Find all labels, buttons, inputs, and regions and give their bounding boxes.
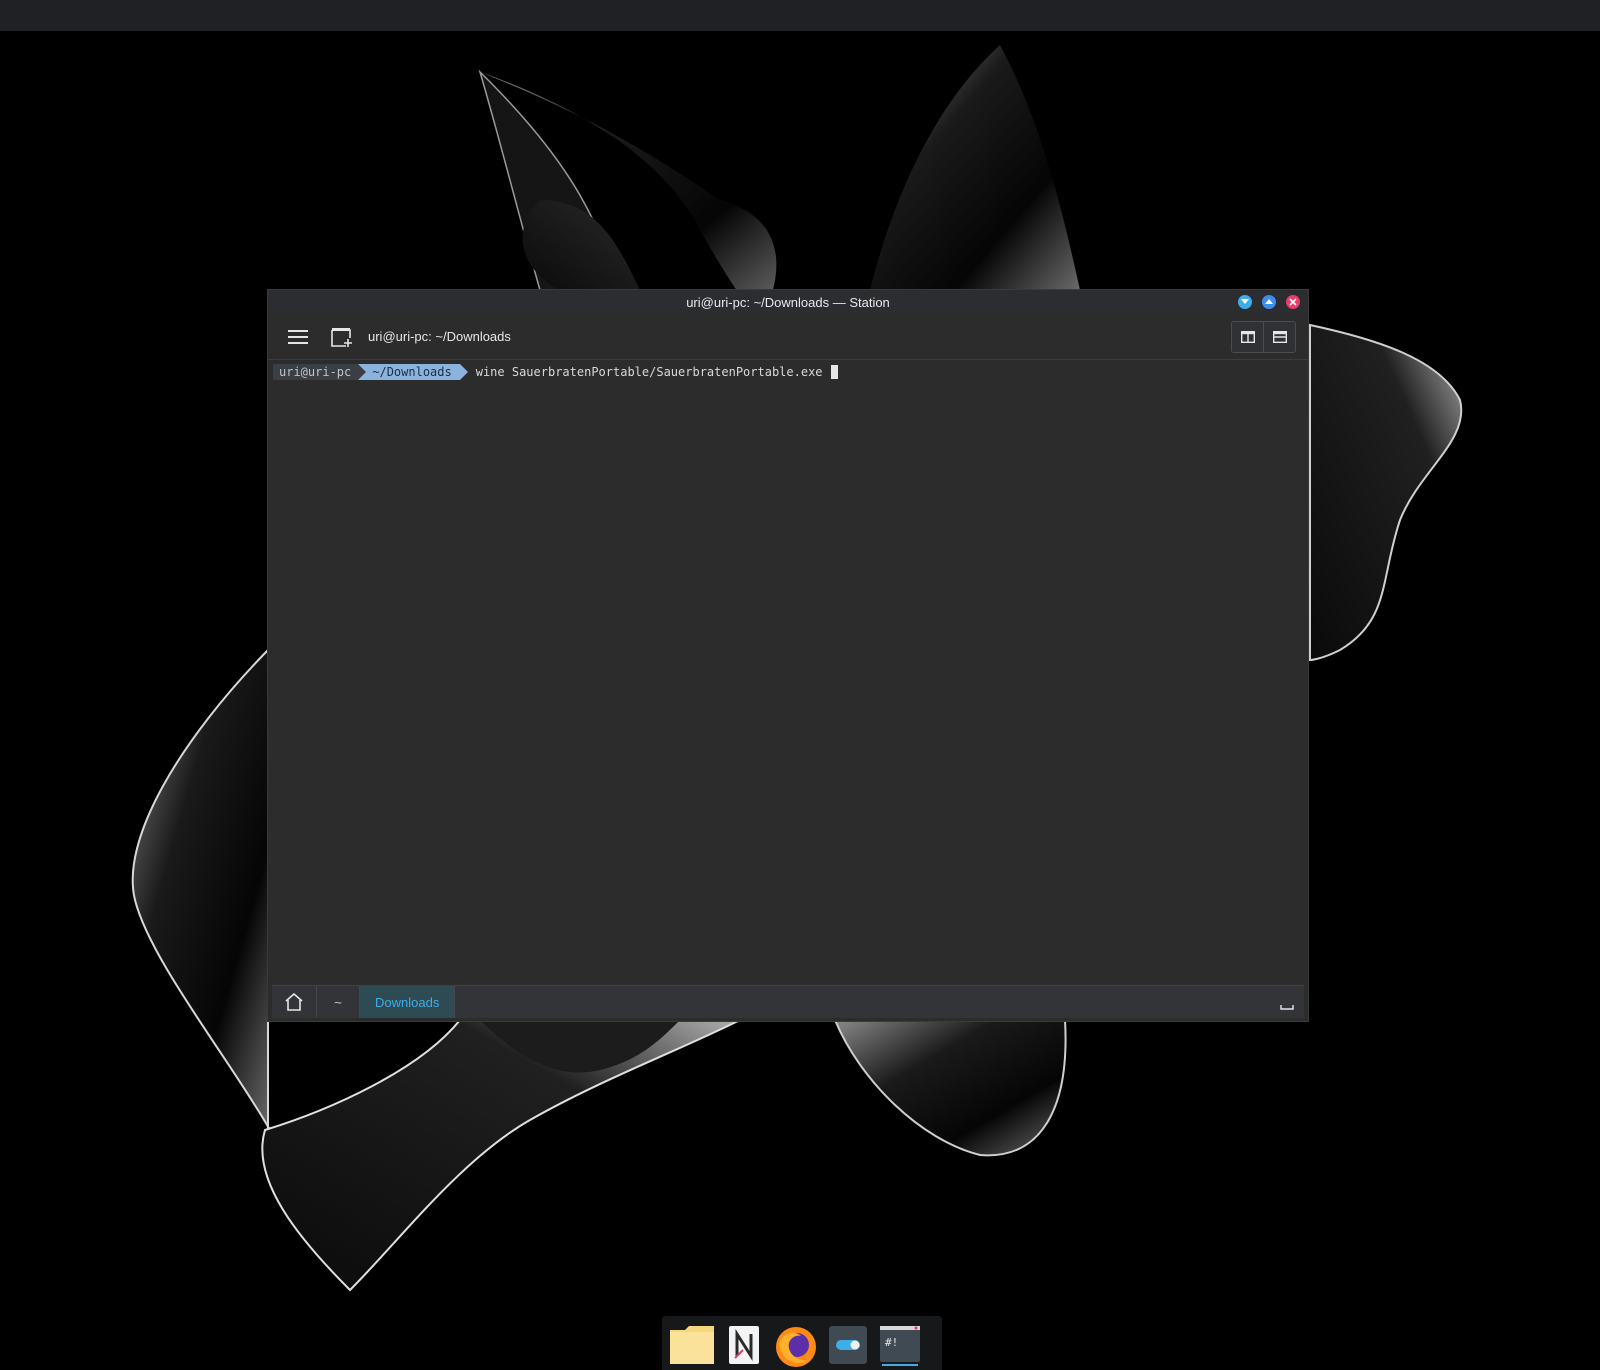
main-menu-button[interactable] [282, 321, 314, 353]
window-title: uri@uri-pc: ~/Downloads — Station [686, 294, 890, 310]
path-bar: ~ Downloads [272, 985, 1304, 1018]
text-cursor [830, 365, 838, 379]
settings-toggle-icon [829, 1326, 867, 1364]
prompt-user: uri@uri-pc [273, 364, 367, 380]
window-titlebar[interactable]: uri@uri-pc: ~/Downloads — Station [268, 290, 1308, 314]
close-icon [1289, 298, 1297, 306]
active-indicator [882, 1364, 918, 1366]
maximize-button[interactable] [1262, 295, 1276, 309]
prompt-line: uri@uri-pc ~/Downloads wine SauerbratenP… [273, 364, 1308, 380]
toolbar: uri@uri-pc: ~/Downloads [268, 314, 1308, 360]
notes-app-icon [729, 1326, 759, 1364]
breadcrumb-home[interactable]: ~ [317, 986, 360, 1018]
dock-station[interactable]: #! [876, 1326, 924, 1370]
terminal-window: uri@uri-pc: ~/Downloads — Station uri@ur… [268, 290, 1308, 1021]
minimize-panel-icon [1280, 1005, 1294, 1010]
new-tab-icon [331, 327, 352, 347]
home-icon [285, 993, 303, 1011]
chevron-down-icon [1241, 299, 1249, 304]
dock: #! [662, 1316, 942, 1370]
top-panel [0, 0, 1600, 31]
svg-text:#!: #! [885, 1336, 898, 1349]
single-view-icon [1272, 330, 1287, 343]
terminal-area[interactable]: uri@uri-pc ~/Downloads wine SauerbratenP… [273, 362, 1308, 985]
tab-title: uri@uri-pc: ~/Downloads [368, 329, 511, 344]
single-view-button[interactable] [1263, 321, 1295, 352]
collapse-button[interactable] [1270, 986, 1304, 1018]
dock-settings[interactable] [824, 1326, 872, 1370]
folder-icon [670, 1326, 714, 1364]
close-button[interactable] [1286, 295, 1300, 309]
dock-notes[interactable] [720, 1326, 768, 1370]
hamburger-menu-icon [288, 329, 308, 344]
dock-files[interactable] [668, 1326, 716, 1370]
dock-firefox[interactable] [772, 1326, 820, 1370]
breadcrumb-downloads[interactable]: Downloads [360, 986, 456, 1018]
split-view-button[interactable] [1232, 321, 1263, 352]
firefox-icon [776, 1327, 816, 1367]
chevron-up-icon [1265, 299, 1273, 304]
station-terminal-icon: #! [880, 1326, 920, 1362]
new-tab-button[interactable] [326, 321, 358, 353]
split-view-icon [1240, 330, 1255, 343]
command-input[interactable]: wine SauerbratenPortable/SauerbratenPort… [476, 365, 823, 379]
view-toggle-group [1231, 320, 1296, 353]
home-button[interactable] [272, 986, 317, 1018]
prompt-directory: ~/Downloads [358, 364, 468, 380]
minimize-button[interactable] [1238, 295, 1252, 309]
